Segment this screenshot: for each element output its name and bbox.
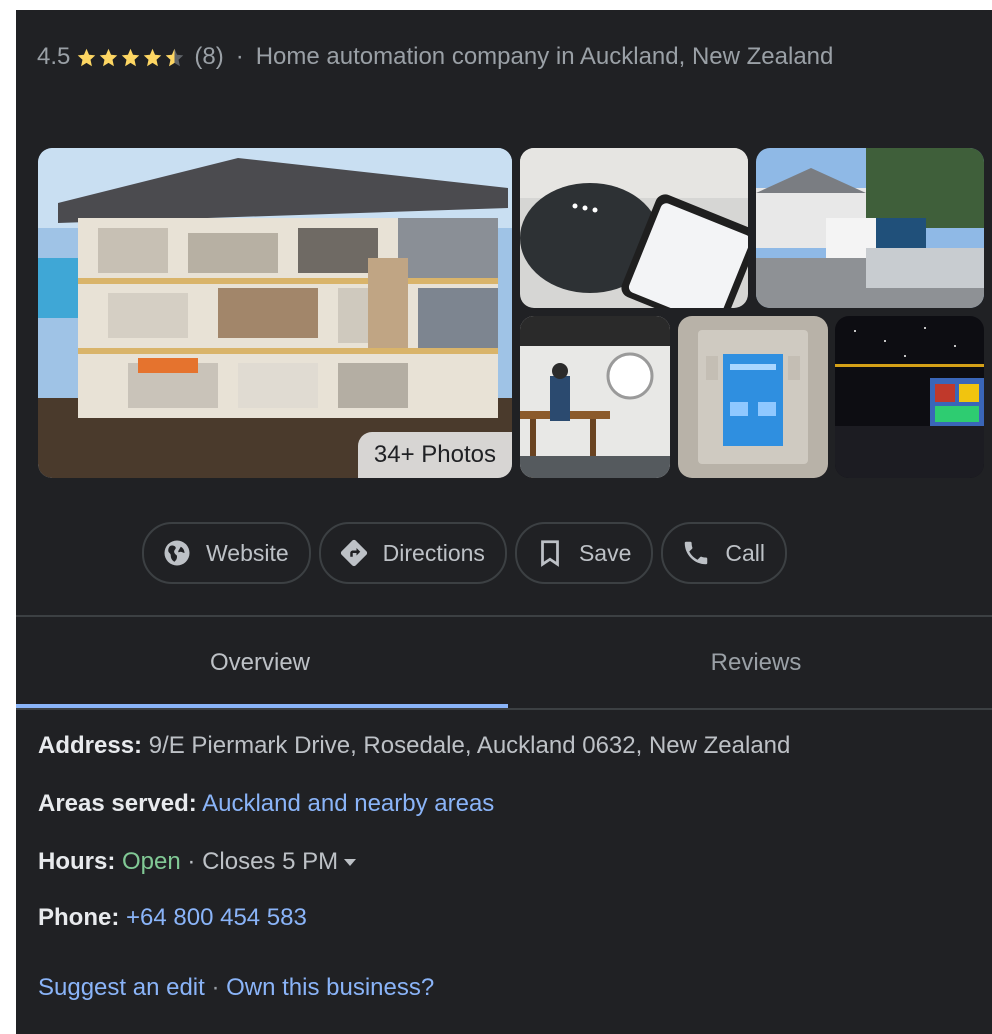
photo-smart-speaker[interactable] [520, 148, 748, 308]
photo-grid: 34+ Photos [38, 148, 984, 478]
photo-main-house-cutaway[interactable]: 34+ Photos [38, 148, 512, 478]
tab-reviews[interactable]: Reviews [512, 617, 992, 709]
star-full-icon [144, 48, 162, 66]
directions-icon [339, 538, 369, 568]
directions-button[interactable]: Directions [318, 522, 507, 584]
action-buttons: Website Directions Save Call [142, 522, 787, 584]
footer-links: Suggest an edit · Own this business? [38, 974, 434, 1002]
phone-label: Phone: [38, 904, 120, 931]
caret-down-icon [344, 859, 357, 867]
hours-closes: Closes 5 PM [202, 848, 339, 875]
star-full-icon [122, 48, 140, 66]
review-count[interactable]: (8) [194, 43, 223, 71]
rating-stars[interactable] [76, 47, 186, 68]
tab-bar: Overview Reviews [16, 617, 992, 709]
save-label: Save [578, 539, 632, 566]
suggest-edit-link[interactable]: Suggest an edit [38, 974, 205, 1001]
call-label: Call [725, 539, 765, 566]
photo-wall-panel[interactable] [678, 316, 828, 478]
photo-storefront[interactable] [756, 148, 984, 308]
address-row: Address: 9/E Piermark Drive, Rosedale, A… [38, 732, 790, 760]
website-button[interactable]: Website [142, 522, 311, 584]
tab-overview[interactable]: Overview [16, 617, 504, 709]
hours-separator: · [180, 848, 203, 875]
directions-label: Directions [382, 539, 485, 566]
website-label: Website [206, 539, 289, 566]
phone-row: Phone: +64 800 454 583 [38, 904, 307, 932]
divider-tabs [16, 708, 992, 710]
areas-served-row: Areas served: Auckland and nearby areas [38, 790, 494, 818]
hours-closes-toggle[interactable]: Closes 5 PM [202, 848, 357, 875]
photo-studio[interactable] [520, 316, 670, 478]
phone-link[interactable]: +64 800 454 583 [126, 904, 307, 931]
call-button[interactable]: Call [661, 522, 787, 584]
separator-dot: · [235, 43, 244, 70]
star-half-icon [166, 48, 184, 66]
globe-icon [162, 538, 192, 568]
photo-count-badge[interactable]: 34+ Photos [357, 432, 512, 478]
hours-row: Hours: Open · Closes 5 PM [38, 848, 357, 876]
hours-label: Hours: [38, 848, 116, 875]
own-business-link[interactable]: Own this business? [226, 974, 434, 1001]
address-value[interactable]: 9/E Piermark Drive, Rosedale, Auckland 0… [149, 732, 791, 759]
rating-value: 4.5 [37, 43, 71, 70]
footer-separator: · [204, 974, 227, 1001]
star-full-icon [100, 48, 118, 66]
business-panel: 4.5 (8) · Home automation company in Auc… [16, 10, 992, 1034]
rating-line: 4.5 (8) · Home automation company in Auc… [37, 40, 833, 74]
address-label: Address: [38, 732, 143, 759]
areas-served-link[interactable]: Auckland and nearby areas [202, 790, 494, 817]
business-category: Home automation company in Auckland, New… [255, 43, 834, 70]
photo-home-theater[interactable] [835, 316, 984, 478]
areas-served-label: Areas served: [38, 790, 197, 817]
star-full-icon [78, 48, 96, 66]
bookmark-icon [535, 538, 565, 568]
hours-status: Open [122, 848, 181, 875]
save-button[interactable]: Save [514, 522, 654, 584]
phone-icon [681, 538, 711, 568]
